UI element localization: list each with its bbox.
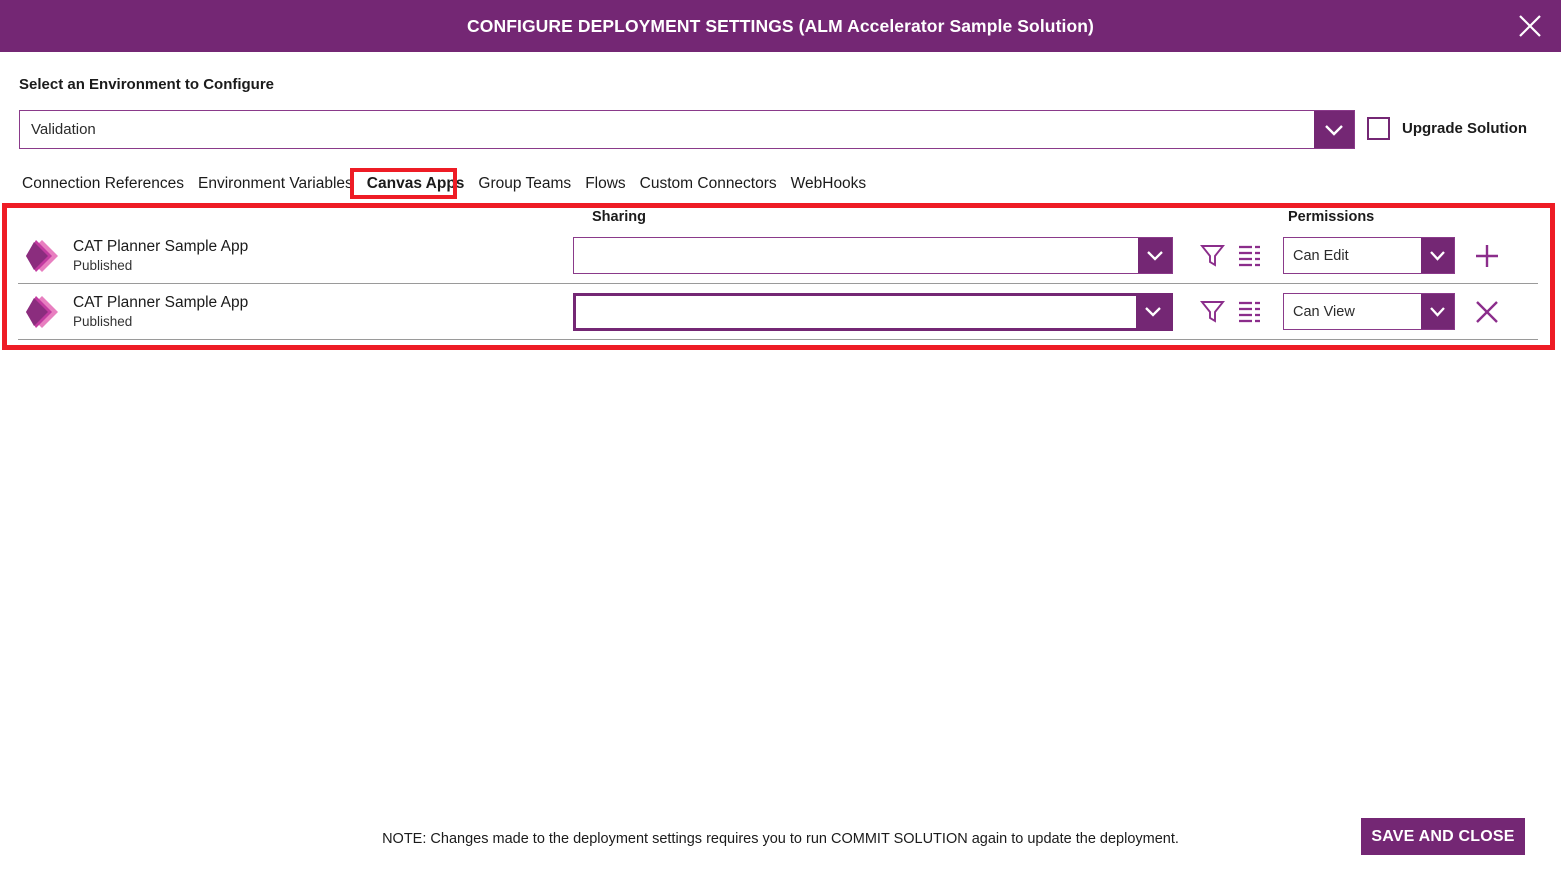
app-text: CAT Planner Sample App Published [73, 238, 248, 273]
chevron-down-icon[interactable] [1421, 238, 1454, 273]
configure-deployment-settings-dialog: CONFIGURE DEPLOYMENT SETTINGS (ALM Accel… [0, 0, 1561, 879]
app-cell: CAT Planner Sample App Published [18, 294, 573, 330]
permission-cell: Can Edit [1265, 237, 1455, 274]
tab-environment-variables[interactable]: Environment Variables [197, 173, 354, 195]
chevron-down-icon[interactable] [1314, 111, 1354, 148]
permission-select[interactable]: Can View [1283, 293, 1455, 330]
chevron-down-icon[interactable] [1138, 238, 1172, 273]
tab-custom-connectors[interactable]: Custom Connectors [639, 173, 778, 195]
tab-canvas-apps[interactable]: Canvas Apps [366, 173, 466, 195]
row-tools [1187, 299, 1265, 325]
tab-flows[interactable]: Flows [584, 173, 626, 195]
app-status: Published [73, 258, 248, 274]
canvas-apps-table: CAT Planner Sample App Published [18, 228, 1538, 340]
app-text: CAT Planner Sample App Published [73, 294, 248, 329]
table-row: CAT Planner Sample App Published [18, 228, 1538, 284]
sort-list-icon[interactable] [1236, 299, 1262, 325]
row-action-cell [1455, 241, 1538, 271]
sharing-value [574, 238, 1138, 273]
environment-selected-value: Validation [20, 111, 1314, 148]
upgrade-solution-label: Upgrade Solution [1402, 120, 1527, 137]
footer-note: NOTE: Changes made to the deployment set… [0, 831, 1561, 847]
close-x-icon[interactable] [1472, 297, 1502, 327]
permission-value: Can Edit [1284, 238, 1421, 273]
environment-select[interactable]: Validation [19, 110, 1355, 149]
sort-list-icon[interactable] [1236, 243, 1262, 269]
row-action-cell [1455, 297, 1538, 327]
power-apps-icon [24, 238, 60, 274]
dialog-titlebar: CONFIGURE DEPLOYMENT SETTINGS (ALM Accel… [0, 0, 1561, 52]
app-name: CAT Planner Sample App [73, 238, 248, 256]
app-name: CAT Planner Sample App [73, 294, 248, 312]
filter-funnel-icon[interactable] [1199, 299, 1225, 325]
sharing-value [576, 296, 1136, 328]
column-header-sharing: Sharing [592, 209, 646, 225]
table-row: CAT Planner Sample App Published [18, 284, 1538, 340]
app-status: Published [73, 314, 248, 330]
permission-cell: Can View [1265, 293, 1455, 330]
page-title: CONFIGURE DEPLOYMENT SETTINGS (ALM Accel… [467, 16, 1094, 37]
plus-icon[interactable] [1472, 241, 1502, 271]
sharing-input[interactable] [573, 293, 1173, 331]
environment-label: Select an Environment to Configure [19, 76, 274, 93]
permission-select[interactable]: Can Edit [1283, 237, 1455, 274]
app-cell: CAT Planner Sample App Published [18, 238, 573, 274]
filter-funnel-icon[interactable] [1199, 243, 1225, 269]
upgrade-solution-group: Upgrade Solution [1367, 117, 1527, 140]
save-and-close-button[interactable]: SAVE AND CLOSE [1361, 818, 1525, 855]
close-icon[interactable] [1511, 7, 1549, 45]
tab-group-teams[interactable]: Group Teams [477, 173, 572, 195]
sharing-input[interactable] [573, 237, 1173, 274]
tab-bar: Connection References Environment Variab… [21, 173, 867, 195]
sharing-cell [573, 293, 1187, 331]
chevron-down-icon[interactable] [1421, 294, 1454, 329]
chevron-down-icon[interactable] [1136, 296, 1170, 328]
tab-connection-references[interactable]: Connection References [21, 173, 185, 195]
upgrade-solution-checkbox[interactable] [1367, 117, 1390, 140]
row-tools [1187, 243, 1265, 269]
power-apps-icon [24, 294, 60, 330]
tab-webhooks[interactable]: WebHooks [790, 173, 868, 195]
sharing-cell [573, 237, 1187, 274]
permission-value: Can View [1284, 294, 1421, 329]
column-header-permissions: Permissions [1288, 209, 1374, 225]
